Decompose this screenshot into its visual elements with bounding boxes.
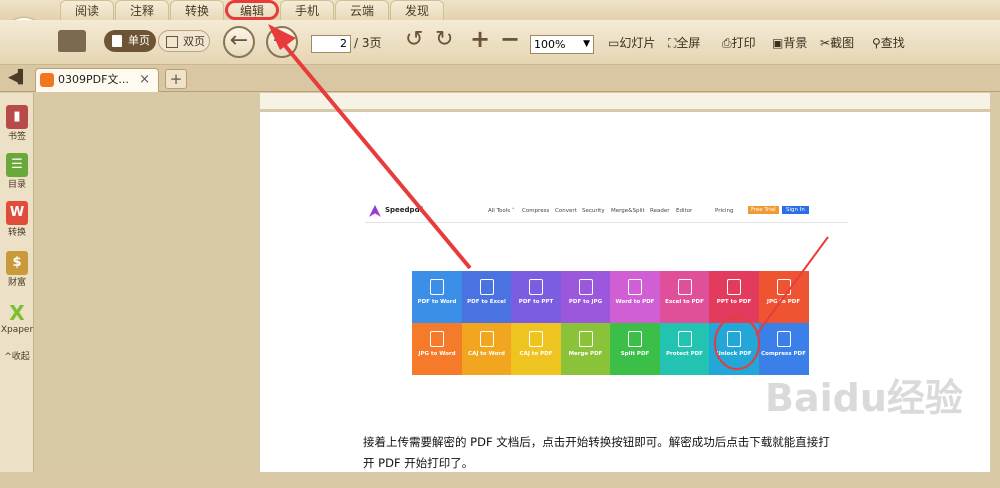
slideshow-icon: ▭: [608, 36, 620, 50]
page-number-input[interactable]: 2: [311, 35, 351, 53]
rotate-left-icon[interactable]: ↺: [405, 29, 423, 51]
sidebar-label-xpaper: Xpaper: [0, 325, 34, 335]
sidebar-label-bookmarks: 书签: [7, 132, 26, 142]
tab-convert[interactable]: 转换: [170, 0, 224, 20]
tab-cloud[interactable]: 云端: [335, 0, 389, 20]
zoom-select[interactable]: 100% ▼: [530, 35, 594, 54]
search-icon: ⚲: [872, 36, 881, 50]
sidebar-collapse[interactable]: ^收起: [0, 349, 34, 362]
double-page-button[interactable]: 双页: [158, 30, 210, 52]
document-viewport: Speedpdf All Tools ˅ Compress Convert Se…: [35, 93, 1000, 472]
add-tab-button[interactable]: +: [165, 69, 187, 89]
page-total: / 3页: [354, 36, 382, 50]
zoom-in-icon[interactable]: +: [470, 27, 490, 51]
caption-line-1: 接着上传需要解密的 PDF 文档后，点击开始转换按钮即可。解密成功后点击下载就能…: [363, 435, 830, 449]
print-label: 打印: [731, 36, 756, 50]
tab-mobile[interactable]: 手机: [280, 0, 334, 20]
document-tab-title: 0309PDF文...: [58, 73, 129, 86]
money-bag-icon: $: [6, 251, 28, 275]
toolbar: 单页 双页 ← → 2 / 3页 ↺ ↻ + − 100% ▼ ▭幻灯片 ⛶全屏…: [0, 20, 1000, 65]
screenshot-button[interactable]: ✂截图: [820, 32, 854, 54]
background-label: 背景: [783, 36, 808, 50]
convert-icon: W: [6, 201, 28, 225]
next-page-button[interactable]: →: [266, 26, 298, 58]
sidebar-item-wealth[interactable]: $ 财富: [0, 251, 34, 288]
collapse-sidebar-icon[interactable]: ◀▌: [8, 70, 28, 85]
close-tab-icon[interactable]: ×: [139, 69, 150, 91]
fullscreen-button[interactable]: ⛶全屏: [668, 32, 700, 54]
annotation-arrow: [755, 236, 829, 336]
slideshow-label: 幻灯片: [619, 36, 656, 50]
bookmark-icon: ▮: [6, 105, 28, 129]
zoom-value: 100%: [534, 38, 566, 51]
double-page-icon: [166, 36, 178, 48]
sidebar-label-convert: 转换: [7, 228, 26, 238]
find-button[interactable]: ⚲查找: [872, 32, 905, 54]
document-tab[interactable]: 0309PDF文... ×: [35, 68, 159, 92]
fullscreen-label: 全屏: [676, 36, 701, 50]
tab-discover[interactable]: 发现: [390, 0, 444, 20]
sidebar-item-contents[interactable]: ☰ 目录: [0, 153, 34, 190]
slideshow-button[interactable]: ▭幻灯片: [608, 32, 655, 54]
double-page-label: 双页: [183, 35, 205, 48]
arrow-right-icon: →: [272, 28, 292, 53]
zoom-out-icon[interactable]: −: [500, 27, 520, 51]
sidebar-item-bookmarks[interactable]: ▮ 书签: [0, 105, 34, 142]
single-page-label: 单页: [128, 34, 150, 47]
caption-line-2: 开 PDF 开始打印了。: [363, 456, 474, 470]
sidebar-label-contents: 目录: [7, 180, 26, 190]
pdf-page: Speedpdf All Tools ˅ Compress Convert Se…: [260, 93, 990, 472]
single-page-button[interactable]: 单页: [104, 30, 156, 52]
sidebar-item-convert[interactable]: W 转换: [0, 201, 34, 238]
menu-bar: 阅读 注释 转换 编辑 手机 云端 发现: [0, 0, 1000, 20]
single-page-icon: [112, 35, 122, 47]
tab-annotate[interactable]: 注释: [115, 0, 169, 20]
background-icon: ▣: [772, 36, 784, 50]
sidebar-item-xpaper[interactable]: X Xpaper: [0, 301, 34, 335]
arrow-left-icon: ←: [229, 28, 249, 53]
print-icon: ⎙: [722, 36, 732, 50]
tab-read[interactable]: 阅读: [60, 0, 114, 20]
scissors-icon: ✂: [820, 36, 831, 50]
prev-page-button[interactable]: ←: [223, 26, 255, 58]
screenshot-label: 截图: [830, 36, 855, 50]
baidu-watermark: Baidu经验: [765, 376, 963, 420]
tab-edit[interactable]: 编辑: [225, 0, 279, 20]
background-button[interactable]: ▣背景: [772, 32, 807, 54]
document-tab-bar: ◀▌ 0309PDF文... × +: [0, 66, 1000, 92]
contents-icon: ☰: [6, 153, 28, 177]
highlight-circle: [714, 316, 760, 370]
find-label: 查找: [880, 36, 905, 50]
left-sidebar: ▮ 书签 ☰ 目录 W 转换 $ 财富 X Xpaper ^收起: [0, 93, 34, 472]
chevron-down-icon: ▼: [583, 39, 590, 49]
sidebar-label-wealth: 财富: [7, 278, 26, 288]
xpaper-icon: X: [9, 301, 25, 325]
print-button[interactable]: ⎙打印: [722, 32, 756, 54]
open-folder-icon[interactable]: [58, 30, 86, 52]
pdf-file-icon: [40, 73, 54, 87]
rotate-right-icon[interactable]: ↻: [435, 29, 453, 51]
